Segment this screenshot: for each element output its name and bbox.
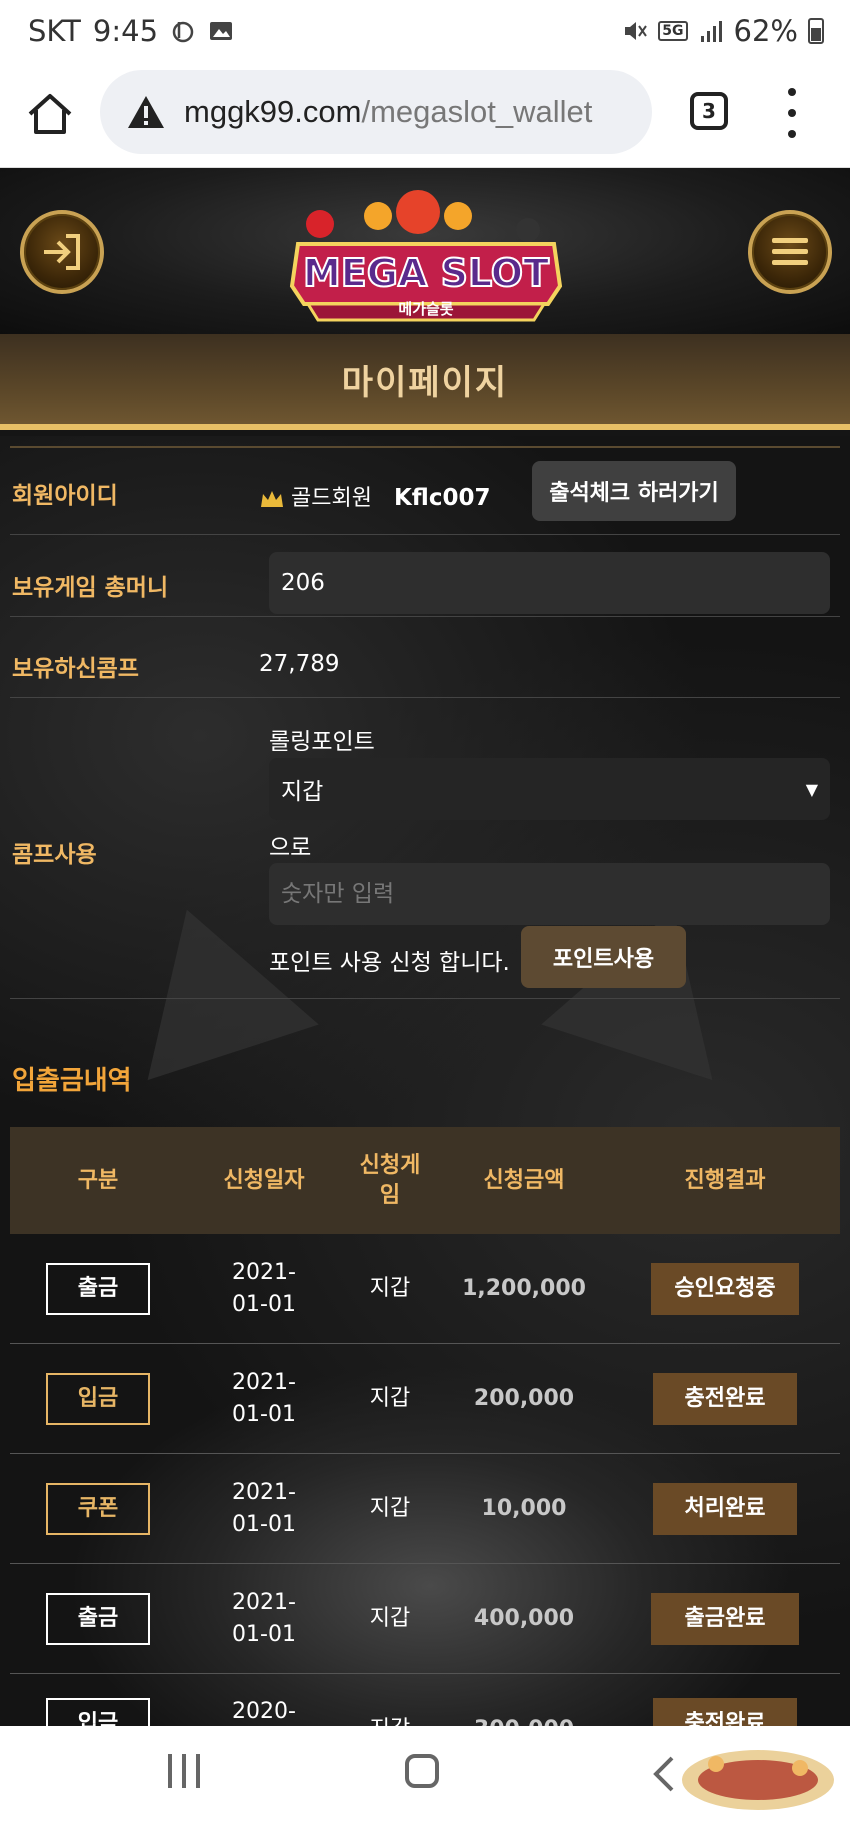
dropdown-arrow-icon: ▼ xyxy=(805,779,818,799)
hamburger-icon xyxy=(772,238,808,265)
use-point-button[interactable]: 포인트사용 xyxy=(521,926,686,988)
row-amount: 1,200,000 xyxy=(462,1276,586,1302)
battery-icon xyxy=(808,18,824,44)
login-arrow-icon xyxy=(44,234,80,270)
history-row: 입금 2021- 01-01 지갑 200,000 충전완료 xyxy=(10,1344,840,1454)
history-table-header: 구분 신청일자 신청게 임 신청금액 진행결과 xyxy=(10,1127,840,1234)
row-date: 2021- 01-01 xyxy=(232,1370,296,1427)
wallet-select[interactable]: 지갑 ▼ xyxy=(269,758,830,820)
url-path: /megaslot_wallet xyxy=(361,94,593,129)
row-date: 2021- 01-01 xyxy=(232,1480,296,1537)
system-navigation-bar xyxy=(0,1726,850,1823)
row-game: 지갑 xyxy=(369,1606,411,1632)
member-id-label: 회원아이디 xyxy=(12,483,118,509)
grade-label: 골드회원 xyxy=(291,486,372,511)
page-title: 마이페이지 xyxy=(341,362,509,403)
image-notification-icon xyxy=(210,22,233,40)
point-amount-input[interactable] xyxy=(269,863,830,925)
column-header-game: 신청게 임 xyxy=(359,1152,421,1208)
home-icon[interactable] xyxy=(405,1754,439,1788)
mute-icon xyxy=(625,22,648,40)
row-game: 지갑 xyxy=(369,1386,411,1412)
tab-switcher-button[interactable]: 3 xyxy=(690,92,728,130)
status-bar: SKT 9:45 5G 62% xyxy=(0,0,850,66)
row-game: 지갑 xyxy=(369,1496,411,1522)
login-button[interactable] xyxy=(20,210,104,294)
type-badge: 출금 xyxy=(46,1263,150,1315)
type-badge: 출금 xyxy=(46,1593,150,1645)
history-title: 입출금내역 xyxy=(12,1066,132,1096)
member-grade: 골드회원 Kflc007 xyxy=(259,480,490,512)
type-badge: 입금 xyxy=(46,1373,150,1425)
wallet-select-value: 지갑 xyxy=(281,779,324,805)
game-money-label: 보유게임 총머니 xyxy=(12,575,169,601)
to-label: 으로 xyxy=(269,835,312,861)
user-id: Kflc007 xyxy=(393,485,491,511)
type-badge: 쿠폰 xyxy=(46,1483,150,1535)
logo-subtext: 메가슬롯 xyxy=(398,300,453,318)
history-row: 출금 2021- 01-01 지갑 1,200,000 승인요청중 xyxy=(10,1234,840,1344)
status-badge: 처리완료 xyxy=(653,1483,797,1535)
comp-value: 27,789 xyxy=(259,651,340,677)
browser-toolbar: mggk99.com/megaslot_wallet 3 xyxy=(0,66,850,168)
signal-icon xyxy=(700,21,722,42)
row-date: 2021- 01-01 xyxy=(232,1260,296,1317)
back-icon[interactable] xyxy=(650,1754,678,1794)
status-badge: 충전완료 xyxy=(653,1373,797,1425)
apply-text: 포인트 사용 신청 합니다. xyxy=(269,950,510,976)
column-header-status: 진행결과 xyxy=(684,1167,766,1193)
page-title-banner: 마이페이지 xyxy=(0,334,850,430)
row-amount: 10,000 xyxy=(481,1496,567,1522)
logo-text: MEGA SLOT xyxy=(303,251,549,295)
game-money-value: 206 xyxy=(269,552,830,614)
crown-icon xyxy=(261,490,283,507)
browser-home-icon[interactable] xyxy=(24,88,76,140)
rolling-point-label: 롤링포인트 xyxy=(269,729,375,755)
comp-label: 보유하신콤프 xyxy=(12,656,139,682)
attendance-check-button[interactable]: 출석체크 하러가기 xyxy=(532,461,736,521)
row-amount: 400,000 xyxy=(473,1606,575,1632)
status-badge: 출금완료 xyxy=(651,1593,799,1645)
more-options-icon[interactable] xyxy=(780,88,804,138)
address-bar[interactable]: mggk99.com/megaslot_wallet xyxy=(100,70,652,154)
history-row: 출금 2021- 01-01 지갑 400,000 출금완료 xyxy=(10,1564,840,1674)
network-type: 5G xyxy=(658,21,688,41)
app-notification-icon xyxy=(172,21,194,43)
battery-percent: 62% xyxy=(733,14,798,48)
mega-slot-logo[interactable]: MEGA SLOT 메가슬롯 xyxy=(278,186,574,326)
clock: 9:45 xyxy=(92,14,159,48)
site-header: MEGA SLOT 메가슬롯 xyxy=(0,168,850,334)
hamburger-menu-button[interactable] xyxy=(748,210,832,294)
carrier-label: SKT xyxy=(28,14,81,48)
row-amount: 200,000 xyxy=(473,1386,575,1412)
row-game: 지갑 xyxy=(369,1276,411,1302)
recent-apps-icon[interactable] xyxy=(168,1754,200,1788)
comp-use-label: 콤프사용 xyxy=(12,842,97,868)
url-host: mggk99.com xyxy=(184,94,362,129)
column-header-date: 신청일자 xyxy=(223,1167,305,1193)
watermark-logo xyxy=(682,1750,834,1810)
history-row: 쿠폰 2021- 01-01 지갑 10,000 처리완료 xyxy=(10,1454,840,1564)
status-badge: 승인요청중 xyxy=(651,1263,799,1315)
not-secure-warning-icon[interactable] xyxy=(126,94,166,130)
column-header-amount: 신청금액 xyxy=(483,1167,565,1193)
row-date: 2021- 01-01 xyxy=(232,1590,296,1647)
column-header-type: 구분 xyxy=(77,1167,119,1193)
